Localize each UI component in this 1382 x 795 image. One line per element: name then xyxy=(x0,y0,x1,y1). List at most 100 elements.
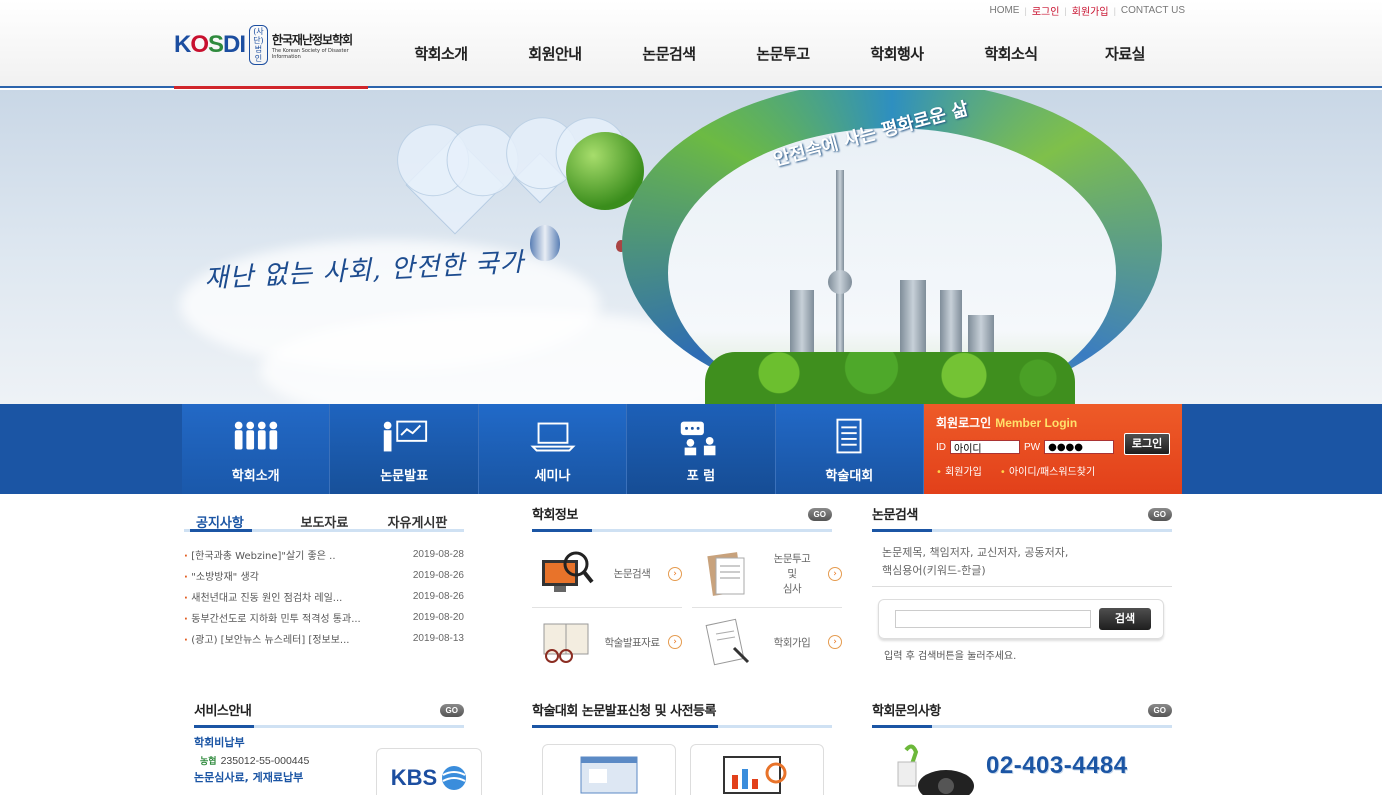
login-link[interactable]: 로그인 xyxy=(1027,3,1065,18)
nav-item-archive[interactable]: 자료실 xyxy=(1068,43,1182,64)
account-number: 235012-55-000445 xyxy=(220,754,310,767)
utility-links: HOME | 로그인 | 회원가입 | CONTACT US xyxy=(984,3,1190,18)
notice-date: 2019-08-13 xyxy=(412,633,464,644)
service-panel: 서비스안내 GO 학회비납부 농협 235012-55-000445 논문심사료… xyxy=(194,696,494,795)
forum-icon xyxy=(675,417,727,457)
quick-conference[interactable]: 학술대회 xyxy=(775,404,925,494)
join-link[interactable]: 회원가입 xyxy=(936,463,982,478)
logo-name-en: The Korean Society of Disaster Informati… xyxy=(271,47,349,60)
list-item[interactable]: [한국과총 Webzine]"살기 좋은 .. 2019-08-28 xyxy=(184,544,464,565)
go-button[interactable]: GO xyxy=(1147,704,1172,717)
people-icon xyxy=(230,417,282,457)
tab-board[interactable]: 자유게시판 xyxy=(371,500,464,531)
pre-registration-card[interactable] xyxy=(690,744,824,795)
panel-title[interactable]: 학술대회 논문발표신청 및 사전등록 xyxy=(532,700,716,725)
quick-paper-presentation[interactable]: 논문발표 xyxy=(330,404,479,494)
info-label: 논문검색 xyxy=(613,568,651,580)
login-button[interactable]: 로그인 xyxy=(1124,433,1170,455)
quick-conference-label: 학술대회 xyxy=(825,469,874,484)
document-icon xyxy=(823,417,875,457)
bank-name: 농협 xyxy=(200,756,217,766)
go-button[interactable]: GO xyxy=(439,704,464,717)
id-input[interactable] xyxy=(950,440,1020,454)
info-join[interactable]: 학회가입 › xyxy=(692,608,842,676)
logo-underline xyxy=(174,86,368,89)
list-item[interactable]: "소방방재" 생각 2019-08-26 xyxy=(184,565,464,586)
tab-notice[interactable]: 공지사항 xyxy=(184,500,278,531)
go-button[interactable]: GO xyxy=(1147,508,1172,521)
kbs-logo: KBS xyxy=(390,765,438,790)
search-button[interactable]: 검색 xyxy=(1099,608,1151,630)
main-nav: 학회소개 회원안내 논문검색 논문투고 학회행사 학회소식 자료실 xyxy=(384,43,1182,64)
nav-item-news[interactable]: 학회소식 xyxy=(954,43,1068,64)
id-label: ID xyxy=(936,441,946,453)
info-paper-submit[interactable]: 논문투고 및 심사 › xyxy=(692,540,842,608)
login-links: 회원가입 아이디/패스워드찾기 xyxy=(936,463,1170,478)
quick-menu: 학회소개 논문발표 세미나 포 럼 학술대회 xyxy=(182,404,925,494)
quick-seminar[interactable]: 세미나 xyxy=(478,404,628,494)
list-item[interactable]: 동부간선도로 지하화 민투 적격성 통과... 2019-08-20 xyxy=(184,607,464,628)
logo[interactable]: KOSDI (사단) 법인 한국재난정보학회 The Korean Societ… xyxy=(174,22,370,68)
go-button[interactable]: GO xyxy=(807,508,832,521)
list-item[interactable]: 새천년대교 진동 원인 점검차 레일... 2019-08-26 xyxy=(184,586,464,607)
form-pen-icon xyxy=(698,618,756,666)
arrow-right-icon: › xyxy=(668,635,682,649)
notice-title: 동부간선도로 지하화 민투 적격성 통과... xyxy=(184,610,384,625)
kbs-banner[interactable]: KBS xyxy=(376,748,482,795)
notice-title: 새천년대교 진동 원인 점검차 레일... xyxy=(184,589,384,604)
inquiry-panel: 학회문의사항 GO 02-403-4484 xyxy=(872,696,1172,795)
search-box: 검색 xyxy=(878,599,1164,639)
search-description: 논문제목, 책임저자, 교신저자, 공동저자, 핵심용어(키워드-한글) xyxy=(872,544,1172,587)
paper-submit-icon xyxy=(698,550,756,598)
title-indicator xyxy=(872,725,932,728)
chart-board-icon xyxy=(723,756,787,794)
member-login: 회원로그인Member Login ID PW 로그인 회원가입 아이디/패스워… xyxy=(924,404,1182,494)
nav-item-paper-search[interactable]: 논문검색 xyxy=(612,43,726,64)
join-link[interactable]: 회원가입 xyxy=(1067,3,1114,18)
notice-date: 2019-08-28 xyxy=(412,549,464,560)
panel-title: 학회문의사항 xyxy=(872,704,941,719)
service-header: 서비스안내 GO xyxy=(194,696,464,728)
arrow-right-icon: › xyxy=(828,566,842,581)
quick-forum[interactable]: 포 럼 xyxy=(627,404,776,494)
home-link[interactable]: HOME xyxy=(984,5,1024,16)
book-glasses-icon xyxy=(538,618,596,666)
info-label: 학회가입 xyxy=(773,636,811,649)
quick-about-label: 학회소개 xyxy=(231,469,280,484)
presentation-icon xyxy=(378,417,430,457)
conference-apply-card[interactable] xyxy=(542,744,676,795)
notice-date: 2019-08-26 xyxy=(412,570,464,581)
notice-tabs: 공지사항 보도자료 자유게시판 xyxy=(184,500,464,532)
quick-seminar-label: 세미나 xyxy=(534,469,571,484)
kbs-globe-icon xyxy=(442,766,467,790)
list-item[interactable]: (광고) [보안뉴스 뉴스레터] [정보보... 2019-08-13 xyxy=(184,628,464,649)
login-title-ko: 회원로그인 xyxy=(936,416,992,430)
tab-active-indicator xyxy=(190,529,252,532)
nav-item-paper-submit[interactable]: 논문투고 xyxy=(726,43,840,64)
conference-header: 학술대회 논문발표신청 및 사전등록 xyxy=(532,696,832,728)
nav-item-events[interactable]: 학회행사 xyxy=(840,43,954,64)
conference-cards xyxy=(542,744,832,795)
info-presentation-materials[interactable]: 학술발표자료 › xyxy=(532,608,682,676)
nav-item-membership[interactable]: 회원안내 xyxy=(498,43,612,64)
arrow-right-icon: › xyxy=(668,566,682,581)
notice-date: 2019-08-20 xyxy=(412,612,464,623)
search-input[interactable] xyxy=(895,610,1091,628)
trees-decoration xyxy=(705,352,1075,404)
logo-mark: KOSDI xyxy=(174,31,246,58)
nav-item-about[interactable]: 학회소개 xyxy=(384,43,498,64)
find-account-link[interactable]: 아이디/패스워드찾기 xyxy=(1000,463,1095,478)
contact-link[interactable]: CONTACT US xyxy=(1116,5,1190,16)
notice-title: [한국과총 Webzine]"살기 좋은 .. xyxy=(184,547,384,562)
login-title: 회원로그인 Member Login xyxy=(936,414,1170,431)
password-input[interactable] xyxy=(1044,440,1115,454)
quick-paper-presentation-label: 논문발표 xyxy=(380,469,429,484)
title-indicator xyxy=(872,529,932,532)
phone-number: 02-403-4484 xyxy=(986,752,1128,779)
conference-panel: 학술대회 논문발표신청 및 사전등록 xyxy=(532,696,832,795)
tab-press[interactable]: 보도자료 xyxy=(278,500,371,531)
quick-about[interactable]: 학회소개 xyxy=(182,404,331,494)
info-paper-search[interactable]: 논문검색 › xyxy=(532,540,682,608)
title-indicator xyxy=(532,529,592,532)
notice-panel: 공지사항 보도자료 자유게시판 [한국과총 Webzine]"살기 좋은 .. 2… xyxy=(184,500,464,649)
